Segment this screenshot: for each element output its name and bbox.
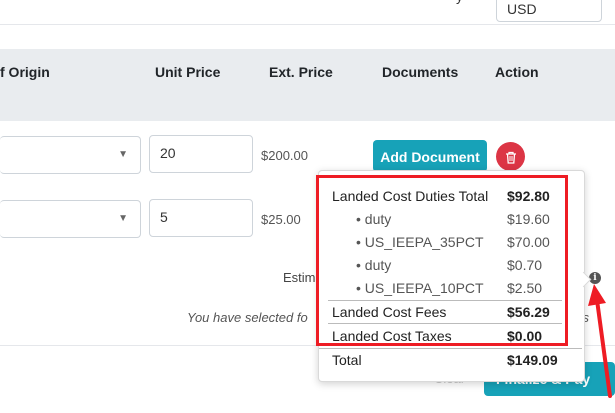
delete-button[interactable] <box>496 142 525 171</box>
trash-icon <box>505 151 516 164</box>
estimate-label: Estim <box>283 270 316 285</box>
info-circle-icon[interactable]: i <box>589 272 601 284</box>
table-header: f Origin Unit Price Ext. Price Documents… <box>0 49 615 121</box>
unit-price-input[interactable]: 20 <box>149 135 253 173</box>
order-line-items-page: y USD f Origin Unit Price Ext. Price Doc… <box>0 0 615 413</box>
selection-note: You have selected fo <box>187 310 308 325</box>
currency-label: y <box>456 0 463 4</box>
column-header-ext-price: Ext. Price <box>269 64 333 80</box>
caret-down-icon: ▼ <box>118 213 128 224</box>
currency-select[interactable]: USD <box>496 0 602 22</box>
total-label: Total <box>332 352 362 368</box>
caret-down-icon: ▼ <box>118 149 128 160</box>
column-header-unit-price: Unit Price <box>155 64 221 80</box>
origin-select[interactable]: ▼ <box>0 136 141 174</box>
column-header-origin: f Origin <box>0 64 50 80</box>
annotation-highlight-box <box>316 175 568 346</box>
origin-select[interactable]: ▼ <box>0 200 141 238</box>
total-value: $149.09 <box>507 352 558 368</box>
divider <box>0 24 615 25</box>
ext-price: $200.00 <box>261 148 308 163</box>
add-document-button[interactable]: Add Document <box>373 140 487 172</box>
unit-price-input[interactable]: 5 <box>149 199 253 237</box>
ext-price: $25.00 <box>261 212 301 227</box>
column-header-documents: Documents <box>382 64 459 80</box>
column-header-action: Action <box>495 64 539 80</box>
total-row: Total $149.09 <box>332 349 558 371</box>
